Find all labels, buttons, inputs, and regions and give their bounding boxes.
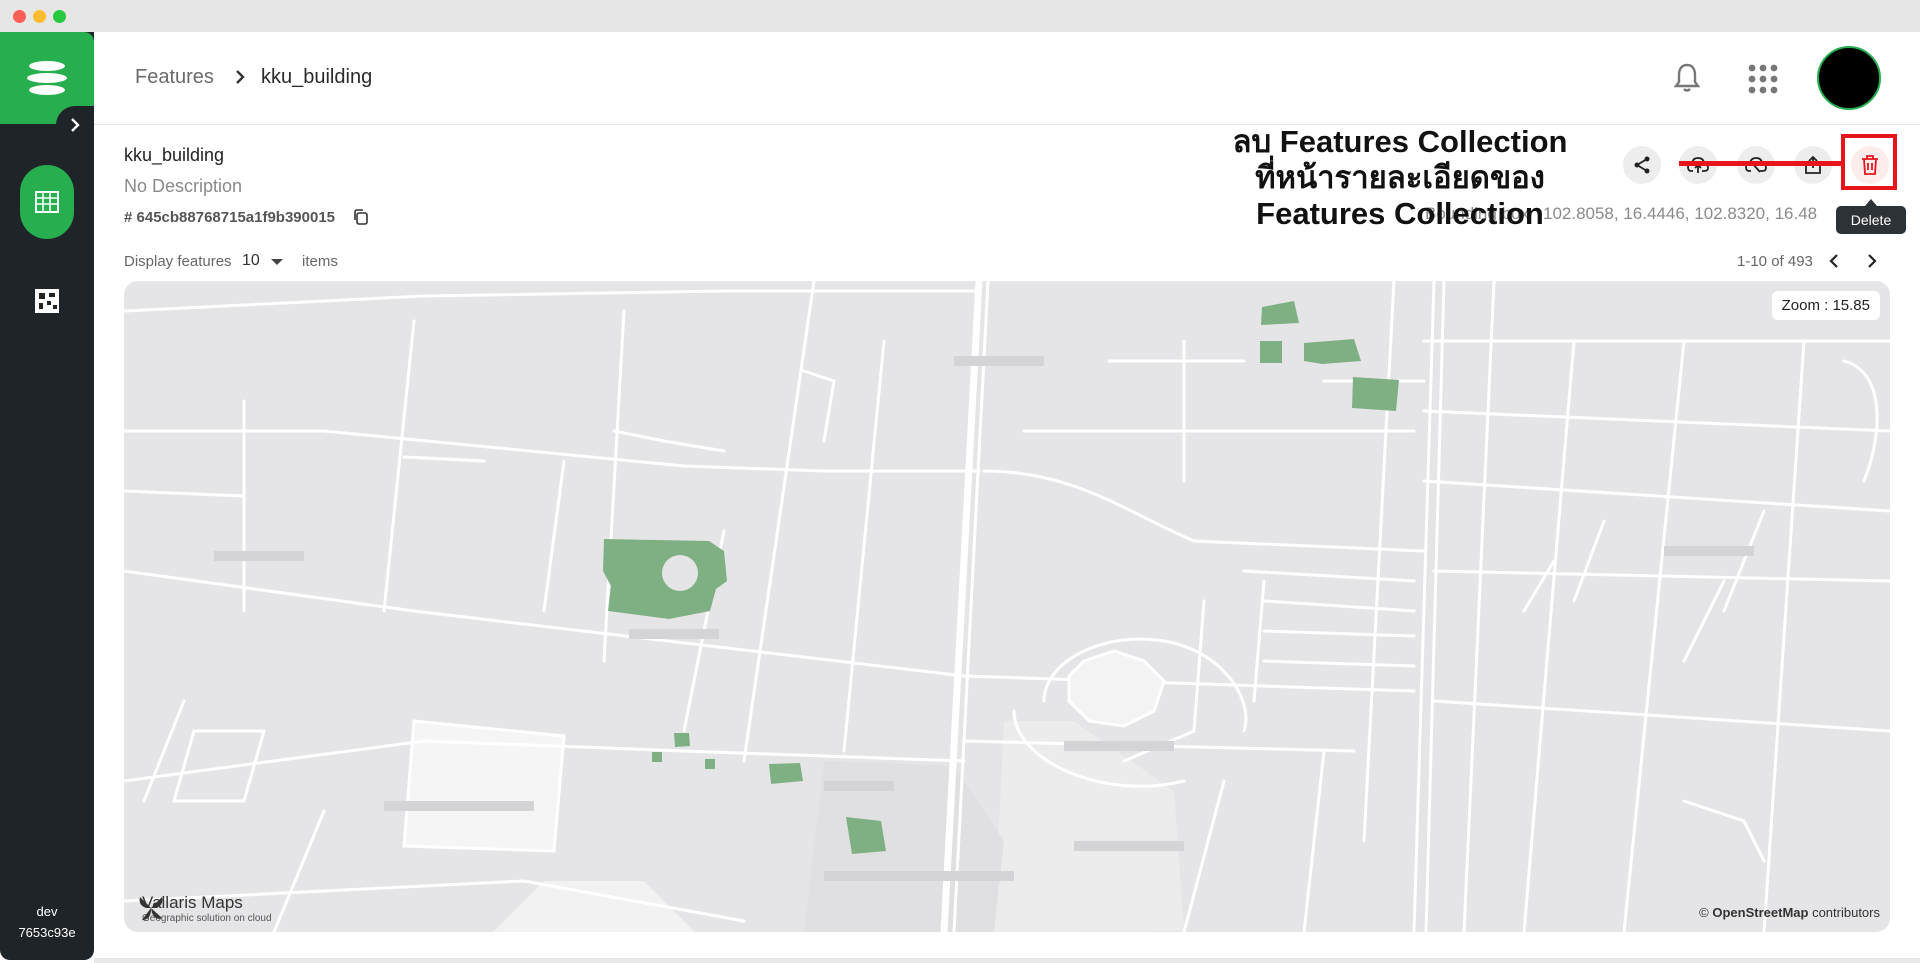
annotation-line-3: Features Collection <box>1256 196 1544 231</box>
map-canvas[interactable] <box>124 281 1890 932</box>
vallaris-logo: Vallaris Maps Geographic solution on clo… <box>136 893 272 924</box>
chevron-left-icon[interactable] <box>1826 252 1844 270</box>
display-items-label: items <box>302 253 338 270</box>
table-map-icon <box>35 191 59 213</box>
maximize-window-button[interactable] <box>53 10 66 23</box>
chevron-right-icon <box>71 118 80 132</box>
user-id: 7653c93e <box>18 925 76 940</box>
annotation-pointer-line <box>1679 161 1843 166</box>
osm-attribution[interactable]: © OpenStreetMap contributors <box>1699 905 1880 920</box>
share-icon <box>1634 156 1650 174</box>
collection-id: # 645cb88768715a1f9b390015 <box>124 209 336 226</box>
osm-attribution-prefix: © <box>1699 905 1713 920</box>
expand-sidebar-button[interactable] <box>56 106 94 144</box>
bell-icon[interactable] <box>1669 60 1705 96</box>
collection-name: kku_building <box>124 145 225 165</box>
caret-down-icon[interactable] <box>270 258 284 266</box>
delete-tooltip: Delete <box>1836 199 1906 234</box>
osm-attribution-suffix: contributors <box>1808 905 1880 920</box>
user-name: dev <box>36 904 58 919</box>
annotation-callout: ลบ Features Collection ที่หน้ารายละเอียด… <box>1210 124 1590 232</box>
sidebar-item-tiles[interactable] <box>30 284 64 318</box>
sidebar: dev 7653c93e <box>0 32 94 960</box>
share-button[interactable] <box>1623 146 1661 184</box>
chevron-right-icon[interactable] <box>1862 252 1880 270</box>
map-view[interactable]: Zoom : 15.85 Vallaris Maps Geographic so… <box>124 281 1890 932</box>
annotation-line-2: ที่หน้ารายละเอียดของ <box>1255 160 1545 195</box>
tiles-icon <box>35 289 59 313</box>
osm-link[interactable]: OpenStreetMap <box>1712 905 1808 920</box>
zoom-indicator: Zoom : 15.85 <box>1771 291 1880 320</box>
breadcrumb-root[interactable]: Features <box>135 66 214 89</box>
pagination-info: 1-10 of 493 <box>1737 253 1813 270</box>
display-features-select[interactable]: 10 <box>242 252 260 270</box>
logo-icon <box>27 61 67 95</box>
leaf-logo-icon <box>139 897 163 920</box>
annotation-line-1: ลบ Features Collection <box>1232 124 1568 159</box>
apps-grid-icon[interactable] <box>1746 62 1780 96</box>
sidebar-item-features[interactable] <box>20 165 74 239</box>
window-titlebar <box>0 0 1920 32</box>
collection-description: No Description <box>124 176 243 196</box>
close-window-button[interactable] <box>13 10 26 23</box>
annotation-highlight-box <box>1841 134 1897 190</box>
breadcrumb-current: kku_building <box>261 66 373 88</box>
window-bottom-edge <box>94 958 1920 963</box>
avatar[interactable] <box>1817 46 1881 110</box>
top-header: Features kku_building <box>94 32 1920 125</box>
minimize-window-button[interactable] <box>33 10 46 23</box>
display-features-label: Display features <box>124 253 232 270</box>
chevron-right-icon <box>236 70 245 84</box>
copy-icon[interactable] <box>352 208 370 226</box>
